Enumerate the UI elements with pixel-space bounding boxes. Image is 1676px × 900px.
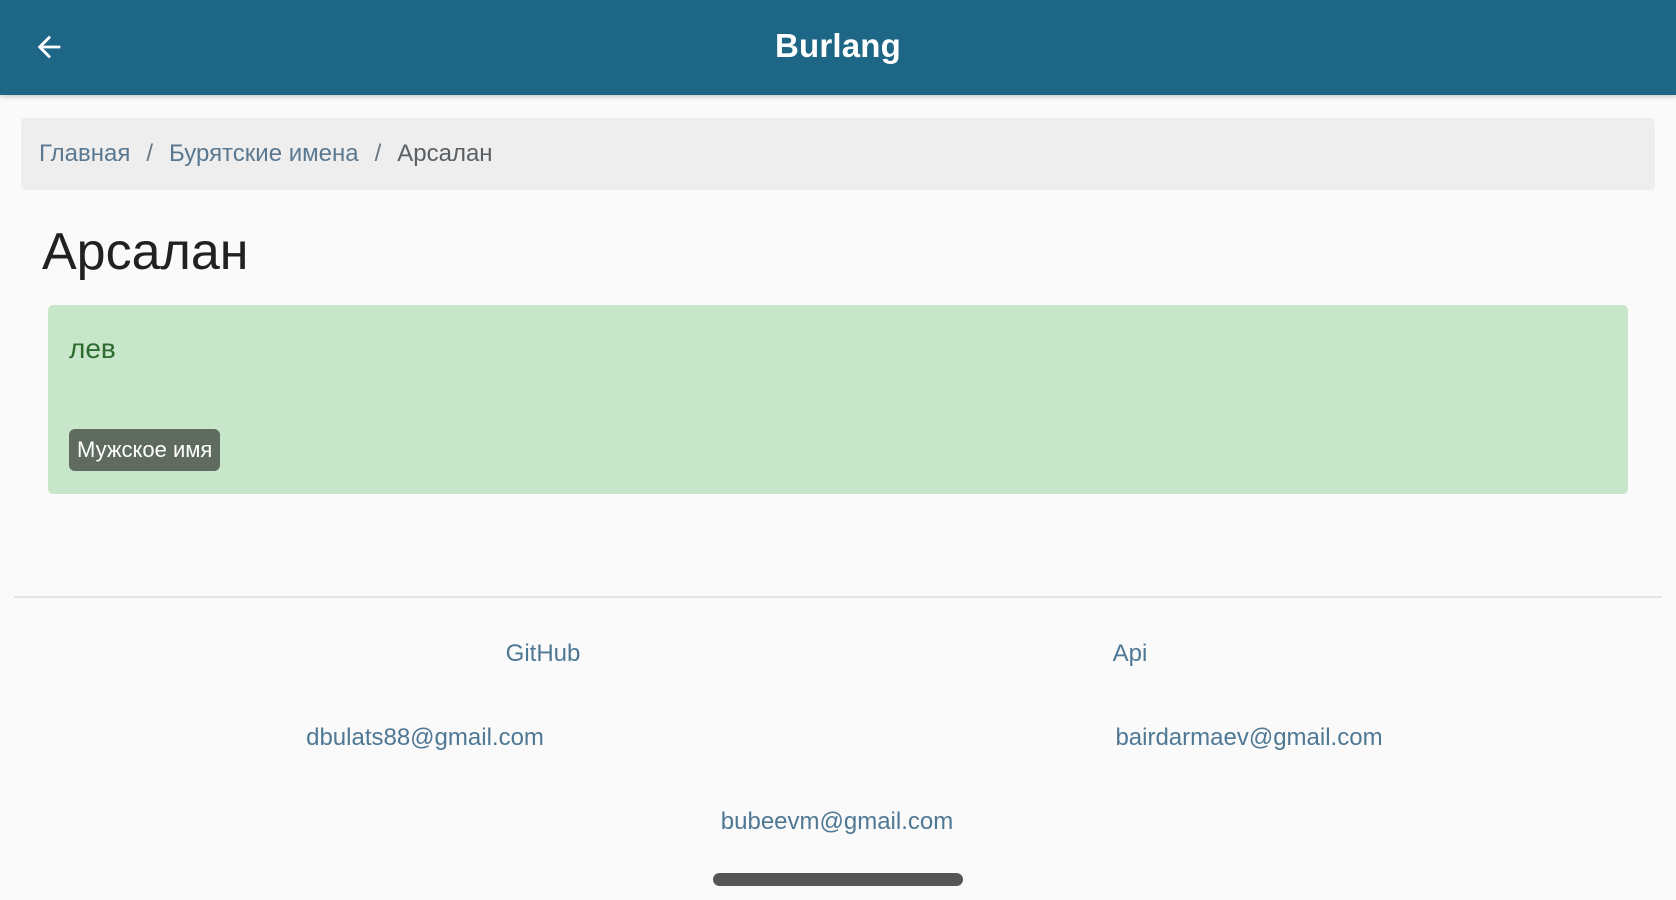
breadcrumb-separator: / — [374, 140, 382, 167]
meaning-card: лев Мужское имя — [48, 305, 1628, 494]
breadcrumb-current: Арсалан — [397, 140, 493, 167]
footer-divider — [14, 596, 1662, 598]
breadcrumb-home-link[interactable]: Главная — [39, 140, 130, 168]
app-bar: Burlang — [0, 0, 1676, 95]
email-link-dbulats[interactable]: dbulats88@gmail.com — [306, 724, 544, 752]
name-meaning: лев — [69, 333, 116, 364]
email-link-bubeevm[interactable]: bubeevm@gmail.com — [721, 808, 953, 836]
github-link[interactable]: GitHub — [506, 640, 581, 668]
page-title: Арсалан — [42, 223, 249, 281]
gender-badge: Мужское имя — [69, 429, 221, 471]
breadcrumb-separator: / — [146, 140, 154, 167]
app-title: Burlang — [774, 27, 902, 64]
email-link-bairdarmaev[interactable]: bairdarmaev@gmail.com — [1115, 724, 1382, 752]
app-screen: Burlang Главная / Бурятские имена / Арса… — [0, 0, 1676, 900]
api-link[interactable]: Api — [1113, 640, 1148, 668]
home-indicator[interactable] — [713, 873, 963, 886]
breadcrumb: Главная / Бурятские имена / Арсалан — [21, 118, 1655, 190]
breadcrumb-names-link[interactable]: Бурятские имена — [169, 140, 359, 168]
